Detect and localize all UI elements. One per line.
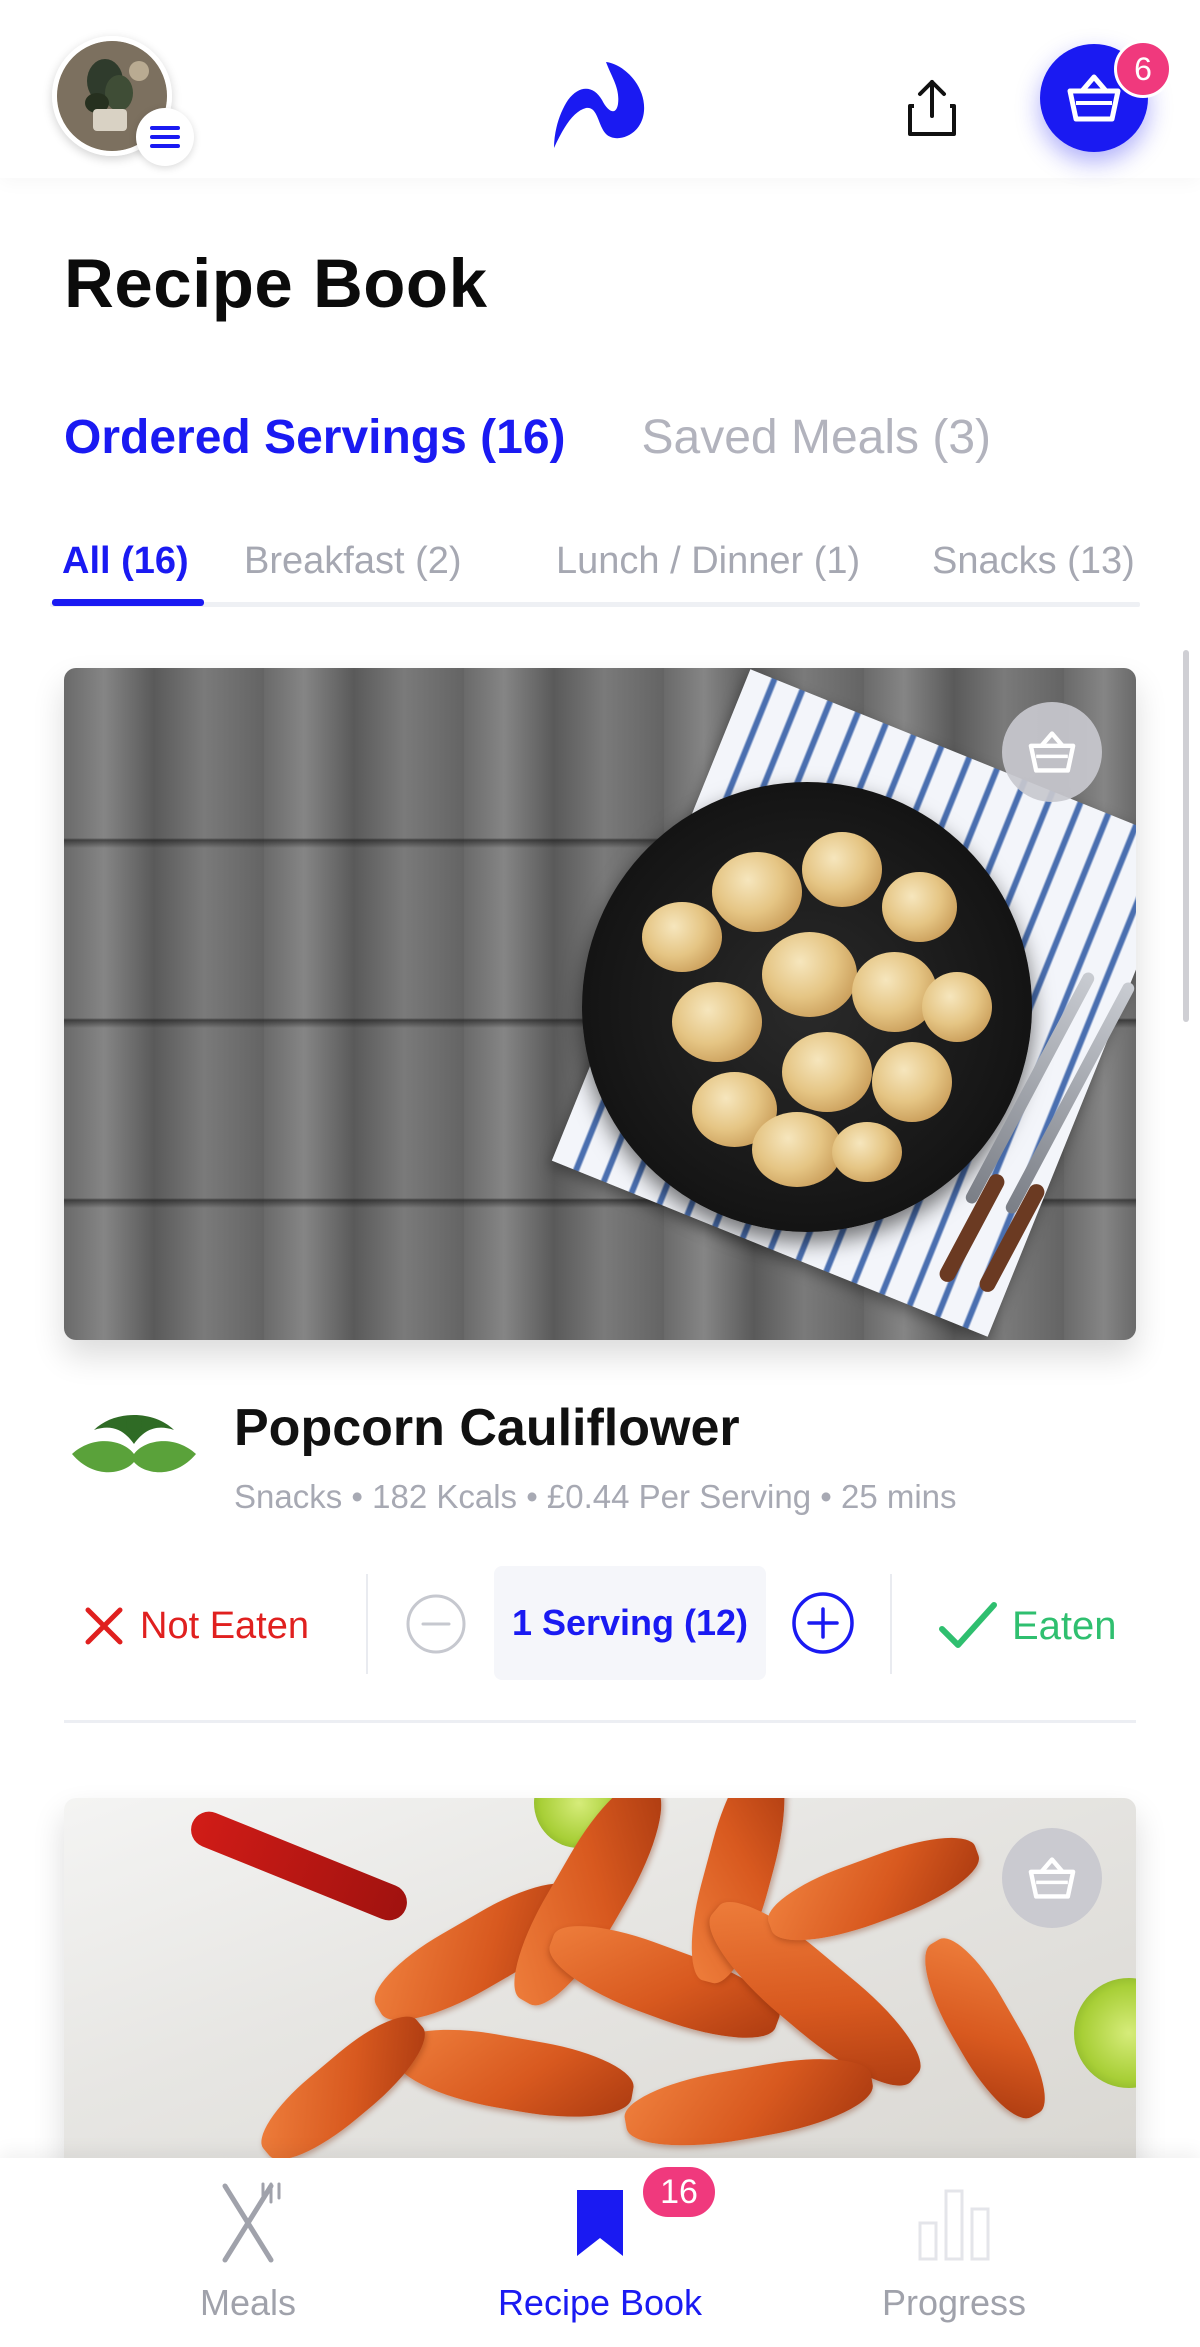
active-tab-indicator	[52, 599, 204, 606]
scrollbar[interactable]	[1183, 650, 1189, 1022]
lime-graphic	[1074, 1978, 1136, 2088]
tab-ordered-servings[interactable]: Ordered Servings (16)	[64, 410, 566, 465]
recipe-book-screen: 6 Recipe Book Ordered Servings (16) Save…	[0, 0, 1200, 2347]
meal-meta: Snacks • 182 Kcals • £0.44 Per Serving •…	[234, 1478, 957, 1515]
tab-saved-meals[interactable]: Saved Meals (3)	[642, 410, 991, 465]
menu-icon[interactable]	[136, 108, 194, 166]
share-icon[interactable]	[898, 74, 966, 142]
minus-circle-icon	[406, 1594, 466, 1654]
decrease-serving-button[interactable]	[404, 1592, 468, 1656]
category-tabs: All (16) Breakfast (2) Lunch / Dinner (1…	[50, 540, 1140, 610]
profile-avatar-button[interactable]	[52, 36, 194, 166]
close-icon	[85, 1607, 123, 1645]
serving-count: 1 Serving (12)	[494, 1566, 766, 1680]
plus-circle-icon	[792, 1592, 854, 1654]
serving-actions: Not Eaten 1 Serving (12) Eaten	[64, 1566, 1136, 1686]
plate-graphic	[582, 782, 1032, 1232]
cart-count-badge: 6	[1114, 40, 1172, 98]
nav-item-progress[interactable]: Progress	[804, 2158, 1104, 2347]
meal-details[interactable]: Popcorn Cauliflower Snacks • 182 Kcals •…	[64, 1398, 1136, 1528]
bar-chart-icon	[909, 2178, 999, 2268]
bottom-navigation: Meals Recipe Book Progress	[0, 2158, 1200, 2347]
increase-serving-button[interactable]	[790, 1590, 856, 1656]
app-header: 6	[0, 0, 1200, 178]
add-to-basket-button[interactable]	[1002, 702, 1102, 802]
nav-label-meals: Meals	[199, 2282, 297, 2323]
not-eaten-label: Not Eaten	[140, 1604, 309, 1647]
tab-snacks[interactable]: Snacks (13)	[932, 540, 1135, 583]
tab-all[interactable]: All (16)	[62, 540, 189, 583]
divider	[366, 1574, 368, 1674]
not-eaten-button[interactable]: Not Eaten	[84, 1596, 309, 1656]
add-to-basket-button[interactable]	[1002, 1828, 1102, 1928]
tab-lunch-dinner[interactable]: Lunch / Dinner (1)	[556, 540, 860, 583]
fork-knife-icon	[203, 2178, 293, 2268]
page-title: Recipe Book	[64, 245, 488, 322]
basket-icon	[1028, 1857, 1076, 1899]
nav-label-progress: Progress	[881, 2282, 1027, 2323]
tabs-track	[50, 602, 1140, 607]
meal-title[interactable]: Popcorn Cauliflower	[234, 1398, 740, 1458]
main-tabs: Ordered Servings (16) Saved Meals (3)	[64, 410, 991, 465]
divider	[890, 1574, 892, 1674]
meal-image-sweet-potato-wedges[interactable]	[64, 1798, 1136, 2178]
eaten-label: Eaten	[1012, 1603, 1117, 1648]
chili-graphic	[185, 1806, 413, 1926]
bookmark-icon	[555, 2178, 645, 2268]
eaten-button[interactable]: Eaten	[938, 1596, 1117, 1656]
app-logo	[546, 56, 652, 156]
recipe-book-count-badge: 16	[640, 2164, 718, 2220]
basket-icon	[1028, 731, 1076, 773]
card-separator	[64, 1720, 1136, 1723]
nav-label-recipe-book: Recipe Book	[497, 2282, 703, 2323]
checkmark-icon	[939, 1602, 997, 1648]
nav-item-meals[interactable]: Meals	[98, 2158, 398, 2347]
meal-image-popcorn-cauliflower[interactable]	[64, 668, 1136, 1340]
basket-icon	[1067, 74, 1121, 122]
brand-logo-natures-athlete	[64, 1410, 204, 1510]
tab-breakfast[interactable]: Breakfast (2)	[244, 540, 462, 583]
